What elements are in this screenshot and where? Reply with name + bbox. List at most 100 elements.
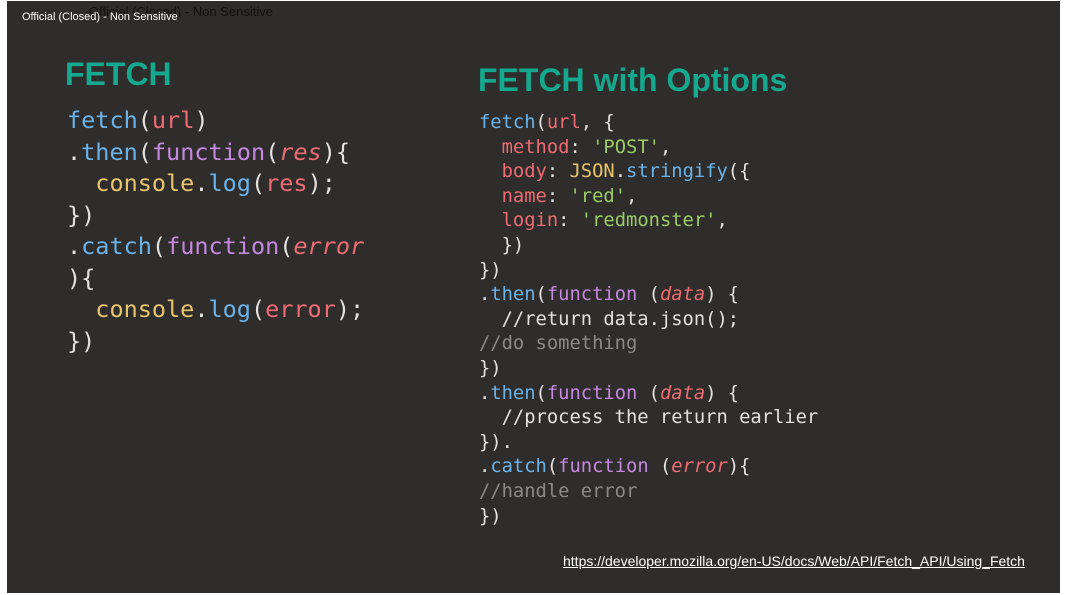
- code-token: (: [535, 284, 547, 306]
- code-token: (: [151, 232, 167, 260]
- right-code-line: }): [479, 234, 818, 259]
- code-token: (: [250, 295, 266, 323]
- code-token: //do something: [479, 333, 638, 355]
- code-token: }).: [479, 431, 513, 453]
- code-token: (: [137, 106, 152, 134]
- left-code-line: .then(function(res){: [67, 137, 364, 169]
- code-token: }): [479, 234, 525, 256]
- title-fetch-with-options: FETCH with Options: [478, 62, 788, 98]
- right-code-line: fetch(url, {: [479, 111, 818, 136]
- right-code-line: .catch(function (error){: [479, 455, 818, 480]
- code-token: (: [637, 382, 660, 404]
- code-token: (: [250, 169, 266, 197]
- code-token: url: [151, 106, 195, 134]
- code-token: .: [194, 169, 209, 197]
- code-token: function: [546, 382, 638, 404]
- code-token: );: [335, 295, 365, 323]
- code-token: function: [558, 456, 649, 478]
- code-token: }): [67, 326, 96, 355]
- right-code-line: //handle error: [479, 480, 818, 505]
- code-token: then: [490, 284, 536, 306]
- code-token: fetch: [67, 106, 138, 134]
- code-token: log: [208, 169, 251, 197]
- right-code-line: //process the return earlier: [479, 406, 819, 431]
- code-token: , {: [580, 112, 615, 133]
- right-code-line: }): [479, 357, 818, 382]
- code-token: }): [479, 505, 502, 527]
- right-code-line: method: 'POST',: [479, 136, 818, 161]
- code-token: function: [166, 232, 280, 260]
- left-code-line: console.log(res);: [67, 168, 364, 200]
- code-token: 'redmonster': [580, 210, 717, 232]
- code-token: (: [546, 456, 559, 478]
- code-token: error: [265, 295, 336, 323]
- code-token: //process the return earlier: [479, 407, 819, 429]
- right-code-line: }): [479, 505, 818, 530]
- code-token: :: [558, 210, 581, 232]
- code-token: ){: [321, 137, 350, 166]
- title-fetch: FETCH: [65, 56, 172, 92]
- code-token: login: [501, 210, 559, 232]
- code-token: ,: [626, 185, 638, 207]
- code-token: catch: [490, 456, 547, 478]
- code-token: .: [194, 295, 209, 323]
- code-token: }): [67, 200, 96, 229]
- code-token: :: [546, 161, 570, 183]
- code-token: .: [67, 137, 82, 166]
- mdn-reference-link[interactable]: https://developer.mozilla.org/en-US/docs…: [563, 553, 1025, 569]
- code-token: then: [81, 137, 138, 166]
- right-code-line: login: 'redmonster',: [479, 209, 818, 234]
- code-token: );: [307, 169, 336, 197]
- code-token: :: [546, 185, 570, 207]
- right-code-line: }).: [479, 431, 818, 456]
- code-token: }): [479, 259, 502, 281]
- code-token: (: [648, 456, 672, 478]
- code-token: method: [501, 136, 570, 158]
- code-token: .: [614, 161, 627, 183]
- code-token: console: [95, 169, 195, 197]
- code-token: url: [546, 112, 581, 133]
- code-token: //return data.json();: [479, 308, 740, 330]
- code-token: .: [479, 284, 491, 306]
- code-token: function: [546, 284, 638, 306]
- code-token: ){: [67, 263, 96, 292]
- code-token: .: [479, 382, 491, 404]
- code-token: .: [67, 232, 82, 260]
- code-token: (: [637, 284, 660, 306]
- right-code-line: }): [479, 259, 818, 284]
- code-block-fetch: fetch(url) .then(function(res){ console.l…: [67, 105, 364, 357]
- code-token: fetch: [479, 112, 536, 133]
- code-token: error: [293, 232, 365, 260]
- right-code-line: .then(function (data) {: [479, 382, 818, 407]
- code-token: ): [194, 106, 209, 134]
- code-token: (: [535, 382, 547, 404]
- left-code-line: .catch(function(error: [67, 231, 364, 263]
- code-token: 'red': [569, 185, 627, 207]
- code-token: body: [501, 161, 547, 183]
- code-token: then: [490, 382, 536, 404]
- left-code-line: ){: [67, 263, 364, 295]
- code-token: (: [279, 232, 294, 260]
- code-token: console: [95, 295, 195, 323]
- slide: Official (Closed) - Non Sensitive Offici…: [7, 1, 1060, 593]
- classification-label: Official (Closed) - Non Sensitive: [22, 11, 178, 23]
- code-token: (: [265, 137, 280, 166]
- code-token: }): [479, 357, 502, 379]
- right-code-line: //return data.json();: [479, 308, 818, 333]
- code-token: .: [479, 456, 491, 478]
- code-token: error: [671, 456, 728, 478]
- code-token: ,: [716, 210, 728, 232]
- code-token: catch: [81, 232, 152, 260]
- code-token: data: [659, 382, 706, 404]
- left-code-line: console.log(error);: [67, 294, 364, 326]
- code-token: :: [569, 136, 593, 158]
- left-code-line: }): [67, 200, 364, 232]
- code-token: name: [501, 185, 547, 207]
- right-code-line: name: 'red',: [479, 185, 818, 210]
- code-token: stringify: [626, 161, 728, 183]
- code-token: ) {: [705, 284, 740, 306]
